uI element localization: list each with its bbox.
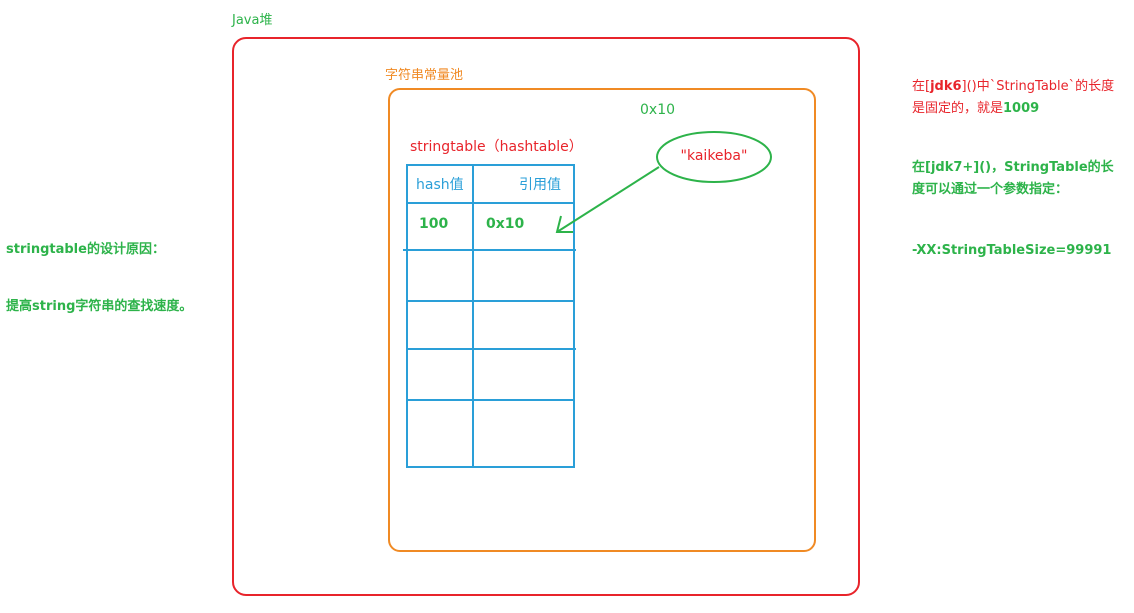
jdk6-version: jdk6 (930, 79, 962, 94)
reference-arrow (555, 166, 660, 233)
hash-column-header: hash值 (416, 177, 464, 193)
jdk7-line2: 度可以通过一个参数指定： (912, 182, 1069, 197)
jdk6-mid: ]()中`StringTable`的长度 (961, 79, 1115, 94)
table-outline (406, 164, 575, 468)
design-reason-title: stringtable的设计原因： (6, 242, 165, 257)
stringtable-grid (403, 164, 576, 468)
string-literal-value: "kaikeba" (680, 148, 748, 164)
row-ref-value: 0x10 (486, 216, 525, 232)
jdk7-line1: 在[jdk7+]()，StringTable的长 (912, 160, 1114, 175)
ref-column-header: 引用值 (519, 177, 561, 193)
row-hash-value: 100 (419, 216, 449, 232)
jdk6-note: 在[jdk6]()中`StringTable`的长度 是固定的，就是1009 (912, 76, 1114, 120)
jdk6-prefix: 在[ (912, 79, 931, 94)
jdk6-line2: 是固定的，就是 (912, 101, 1004, 116)
jdk7-note: 在[jdk7+]()，StringTable的长 度可以通过一个参数指定： (912, 157, 1114, 201)
jdk6-size: 1009 (1003, 101, 1040, 116)
design-reason-text: 提高string字符串的查找速度。 (6, 299, 193, 314)
jvm-param-note: -XX:StringTableSize=99991 (912, 243, 1112, 258)
